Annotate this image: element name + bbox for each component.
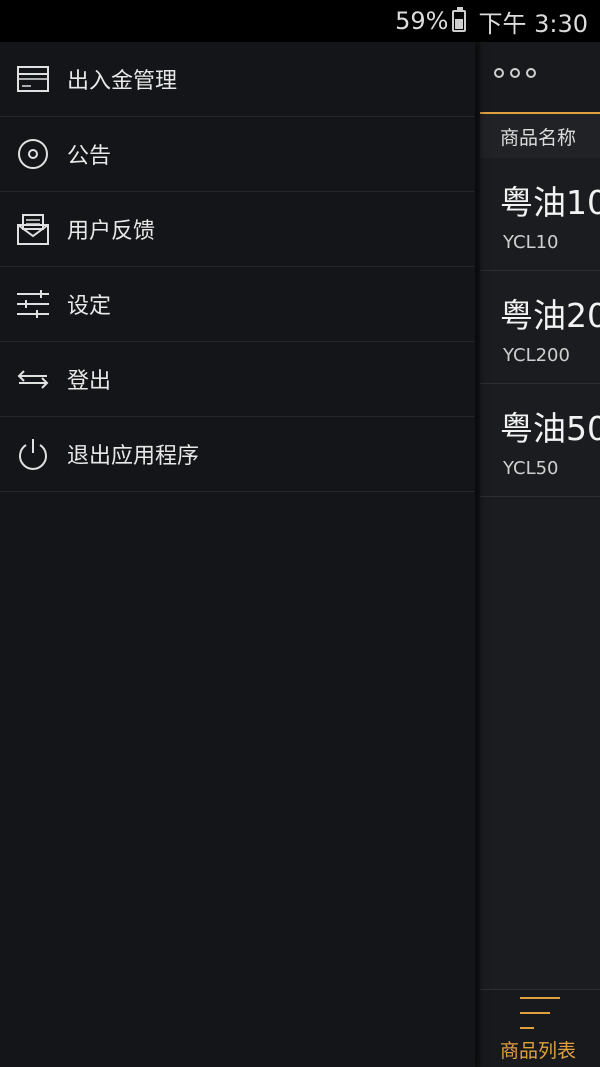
menu-item-label: 用户反馈 (67, 219, 156, 244)
menu-item-label: 出入金管理 (67, 69, 178, 94)
menu-item-label: 设定 (67, 294, 112, 319)
menu-item-feedback[interactable]: 用户反馈 (0, 192, 475, 267)
menu-item-settings[interactable]: 设定 (0, 267, 475, 342)
envelope-icon (17, 213, 49, 245)
card-icon (17, 63, 49, 95)
status-bar: 59% 下午 3:30 (0, 0, 600, 42)
battery-percent: 59% (395, 7, 449, 35)
circle-dot-icon (17, 138, 49, 170)
product-name: 粤油20 (500, 296, 600, 335)
sliders-icon (17, 288, 49, 320)
bottom-nav-label: 商品列表 (500, 1040, 577, 1062)
product-code: YCL200 (503, 345, 570, 366)
navigation-drawer: 出入金管理 公告 用户反馈 设定 登出 退出应用程序 (0, 42, 475, 1067)
battery-icon (452, 7, 467, 32)
menu-item-label: 公告 (67, 144, 112, 169)
menu-item-label: 退出应用程序 (67, 444, 200, 469)
list-icon (520, 997, 560, 1029)
toolbar (480, 42, 600, 114)
product-row[interactable]: 粤油50 YCL50 (480, 384, 600, 497)
column-header: 商品名称 (480, 114, 600, 158)
product-row[interactable]: 粤油10 YCL10 (480, 158, 600, 271)
menu-item-funds[interactable]: 出入金管理 (0, 42, 475, 117)
menu-item-exit-app[interactable]: 退出应用程序 (0, 417, 475, 492)
more-options-icon[interactable] (494, 68, 536, 78)
power-icon (17, 438, 49, 470)
product-name: 粤油10 (500, 183, 600, 222)
product-code: YCL50 (503, 458, 559, 479)
product-row[interactable]: 粤油20 YCL200 (480, 271, 600, 384)
menu-item-announcements[interactable]: 公告 (0, 117, 475, 192)
bottom-nav-product-list[interactable]: 商品列表 (480, 989, 600, 1067)
product-name: 粤油50 (500, 409, 600, 448)
product-list-panel: 商品名称 粤油10 YCL10 粤油20 YCL200 粤油50 YCL50 商… (480, 42, 600, 1067)
menu-item-label: 登出 (67, 369, 112, 394)
menu-item-logout[interactable]: 登出 (0, 342, 475, 417)
product-code: YCL10 (503, 232, 559, 253)
arrows-icon (17, 363, 49, 395)
clock: 下午 3:30 (478, 9, 588, 38)
